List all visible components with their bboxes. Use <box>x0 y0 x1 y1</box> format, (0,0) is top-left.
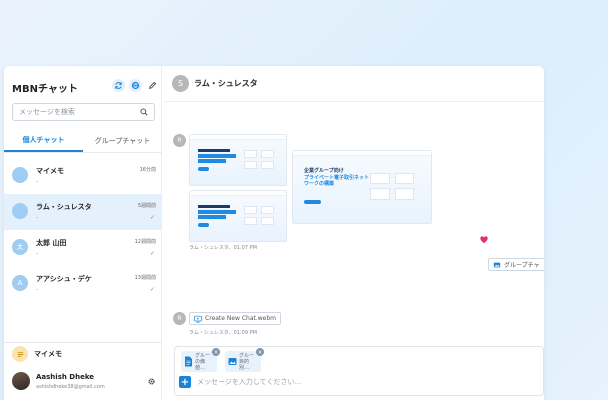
thumb-headline: プライベート電子取引ネットワークの構築 <box>304 174 370 187</box>
chat-name: ラム・シュレスタ <box>36 203 92 211</box>
heart-reaction-icon[interactable] <box>480 236 488 244</box>
remove-attachment-close-icon[interactable]: × <box>212 348 220 356</box>
avatar <box>12 167 28 183</box>
pending-attachment[interactable]: グルー の価値… × <box>181 348 220 372</box>
avatar: R <box>173 134 186 147</box>
image-attachments: 企業グループ向け プライベート電子取引ネットワークの構築 <box>189 134 434 242</box>
pending-attachment[interactable]: グルー 目的別… × <box>225 348 264 372</box>
avatar: S <box>172 75 189 92</box>
image-thumbnail[interactable] <box>189 134 287 186</box>
organization-logo-icon[interactable] <box>129 79 142 92</box>
read-check-icon: ✓ <box>149 286 155 293</box>
memo-label: マイメモ <box>34 350 62 358</box>
message-meta: ラム・シュレスタ、01:07 PM <box>189 245 257 251</box>
chat-app-window: MBNチャット メッセージを検索 個人チャット グループチャット マイメモ - … <box>4 66 544 400</box>
memo-icon <box>12 346 28 362</box>
message-meta: ラム・シュレスタ、01:09 PM <box>189 330 257 336</box>
read-check-icon: ✓ <box>149 250 155 257</box>
chat-time: 12週間前 <box>134 239 156 245</box>
current-user: Aashish Dheke ashishdheke38@gmail.com <box>12 371 156 393</box>
app-title: MBNチャット <box>12 84 78 95</box>
conversation-title: ラム・シュレスタ <box>194 79 258 88</box>
user-email: ashishdheke38@gmail.com <box>36 384 105 390</box>
message-input[interactable]: メッセージを入力してください... <box>197 377 301 387</box>
tab-group-chat[interactable]: グループチャット <box>83 130 162 152</box>
chat-list: マイメモ - 16分前 ラム・シュレスタ - 5週間前 ✓ 太 太郎 山田 - … <box>4 158 162 302</box>
new-chat-edit-icon[interactable] <box>146 79 159 92</box>
image-thumbnail-large[interactable]: 企業グループ向け プライベート電子取引ネットワークの構築 <box>292 150 432 224</box>
refresh-icon[interactable] <box>112 79 125 92</box>
chat-preview: - <box>36 250 39 257</box>
chat-list-item[interactable]: マイメモ - 16分前 <box>4 158 162 194</box>
file-name: グループチャ <box>504 262 540 269</box>
attachment-label: グルー の価値… <box>195 352 211 371</box>
video-file-attachment[interactable]: Create New Chat.webm <box>189 312 282 325</box>
chat-list-item[interactable]: A アアシシュ・デケ - 13週間前 ✓ <box>4 266 162 302</box>
search-placeholder: メッセージを検索 <box>19 108 75 116</box>
sidebar: MBNチャット メッセージを検索 個人チャット グループチャット マイメモ - … <box>4 66 162 400</box>
avatar: R <box>173 312 186 325</box>
thumb-heading: 企業グループ向け <box>304 167 344 174</box>
remove-attachment-close-icon[interactable]: × <box>256 348 264 356</box>
avatar: A <box>12 275 28 291</box>
chat-time: 16分前 <box>139 167 156 173</box>
chat-name: 太郎 山田 <box>36 239 67 247</box>
sent-file-attachment[interactable]: グループチャ <box>488 258 544 271</box>
search-input[interactable]: メッセージを検索 <box>12 103 155 121</box>
conversation-header: S ラム・シュレスタ <box>164 66 544 102</box>
read-check-icon: ✓ <box>149 214 155 221</box>
tabs-divider <box>4 152 162 153</box>
chat-preview: - <box>36 178 39 185</box>
image-thumbnail[interactable] <box>189 190 287 242</box>
gear-icon[interactable] <box>147 377 156 386</box>
chat-list-item[interactable]: 太 太郎 山田 - 12週間前 ✓ <box>4 230 162 266</box>
video-file-icon <box>194 315 202 323</box>
user-avatar[interactable] <box>12 372 30 390</box>
avatar <box>12 203 28 219</box>
image-file-icon <box>493 262 501 267</box>
file-name: Create New Chat.webm <box>205 315 277 322</box>
conversation-pane: S ラム・シュレスタ R 企業グループ向け プライベート電子取引ネットワークの構… <box>164 66 544 400</box>
image-file-icon <box>228 358 237 365</box>
chat-preview: - <box>36 214 39 221</box>
message-composer: グルー の価値… × グルー 目的別… × + メッセージを入力してください... <box>174 346 544 396</box>
document-file-icon <box>185 356 192 367</box>
chat-tabs: 個人チャット グループチャット <box>4 130 162 152</box>
user-name: Aashish Dheke <box>36 373 95 381</box>
add-attachment-plus-button[interactable]: + <box>179 376 191 388</box>
my-memo-shortcut[interactable]: マイメモ <box>12 346 62 362</box>
sidebar-bottom-divider <box>4 342 162 343</box>
attachment-label: グルー 目的別… <box>239 352 255 371</box>
search-icon <box>140 108 148 116</box>
chat-name: マイメモ <box>36 167 64 175</box>
chat-name: アアシシュ・デケ <box>36 275 92 283</box>
chat-time: 13週間前 <box>134 275 156 281</box>
chat-time: 5週間前 <box>137 203 156 209</box>
chat-list-item-selected[interactable]: ラム・シュレスタ - 5週間前 ✓ <box>4 194 162 230</box>
avatar: 太 <box>12 239 28 255</box>
tab-personal-chat[interactable]: 個人チャット <box>4 130 83 152</box>
sidebar-actions <box>112 79 159 92</box>
chat-preview: - <box>36 286 39 293</box>
